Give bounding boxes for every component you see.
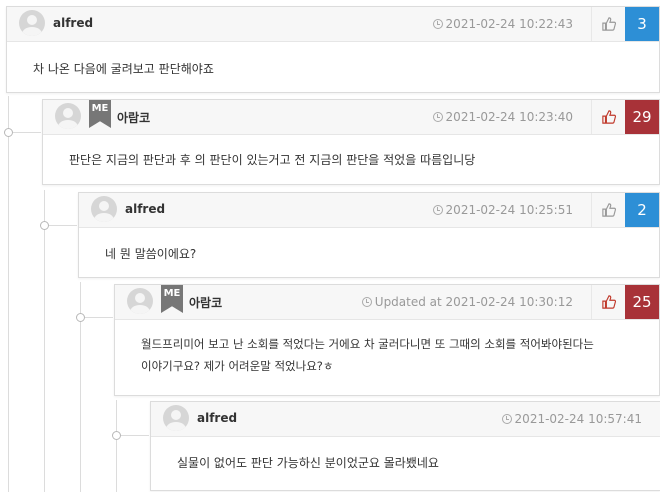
clock-icon <box>432 19 443 29</box>
avatar[interactable] <box>91 196 117 222</box>
like-count: 29 <box>625 100 659 134</box>
thread-node <box>112 431 121 440</box>
comment-timestamp: 2021-02-24 10:57:41 <box>501 412 642 426</box>
clock-icon <box>432 112 443 122</box>
thumbs-up-icon <box>602 17 616 31</box>
like-count: 3 <box>625 7 659 41</box>
me-badge: ME <box>89 100 111 128</box>
thread-branch <box>121 435 149 436</box>
comment-text-line: 이야기구요? 제가 어려운말 적었나요?ㅎ <box>141 359 334 373</box>
clock-icon <box>501 414 512 424</box>
comment-timestamp: Updated at 2021-02-24 10:30:12 <box>361 295 573 309</box>
comment-author[interactable]: alfred <box>125 202 165 216</box>
comment-text: 판단은 지금의 판단과 후 의 판단이 있는거고 전 지금의 판단을 적었을 따… <box>69 153 476 167</box>
thumbs-up-icon <box>602 110 616 124</box>
comment-text-line: 월드프리미어 보고 난 소회를 적었다는 거에요 차 굴러다니면 또 그때의 소… <box>141 337 594 351</box>
thread-branch <box>85 317 113 318</box>
comment-author[interactable]: 아람코 <box>189 294 222 311</box>
avatar[interactable] <box>19 10 45 36</box>
comment-header: alfred 2021-02-24 10:25:51 2 <box>79 193 659 228</box>
thumbs-up-icon <box>602 203 616 217</box>
comment-timestamp: 2021-02-24 10:23:40 <box>432 110 573 124</box>
comment-card: ME 아람코 2021-02-24 10:23:40 29 판단은 지금의 판단… <box>42 99 660 185</box>
thread-rail-4 <box>116 400 117 492</box>
like-count: 2 <box>625 193 659 227</box>
like-button[interactable] <box>591 7 625 41</box>
comment-timestamp: 2021-02-24 10:25:51 <box>432 203 573 217</box>
me-badge: ME <box>161 285 183 313</box>
comment-author[interactable]: 아람코 <box>117 109 150 126</box>
like-button[interactable] <box>591 285 625 319</box>
comment-header: alfred 2021-02-24 10:22:43 3 <box>7 7 659 42</box>
comment-header: ME 아람코 Updated at 2021-02-24 10:30:12 25 <box>115 285 659 320</box>
comment-text: 실물이 없어도 판단 가능하신 분이었군요 몰라뵀네요 <box>177 456 439 470</box>
comment-text: 월드프리미어 보고 난 소회를 적었다는 거에요 차 굴러다니면 또 그때의 소… <box>115 320 659 377</box>
comment-card: alfred 2021-02-24 10:25:51 2 네 뭔 말씀이에요? <box>78 192 660 278</box>
comment-timestamp: 2021-02-24 10:22:43 <box>432 17 573 31</box>
comment-card: alfred 2021-02-24 10:22:43 3 차 나온 다음에 굴려… <box>6 6 660 93</box>
comment-author[interactable]: alfred <box>53 16 93 30</box>
like-button[interactable] <box>591 100 625 134</box>
avatar[interactable] <box>163 405 189 431</box>
clock-icon <box>361 297 372 307</box>
like-button[interactable] <box>591 193 625 227</box>
thread-branch <box>49 225 77 226</box>
comment-author[interactable]: alfred <box>197 411 237 425</box>
comment-header: ME 아람코 2021-02-24 10:23:40 29 <box>43 100 659 135</box>
comment-text: 네 뭔 말씀이에요? <box>105 247 197 261</box>
comment-header: alfred 2021-02-24 10:57:41 <box>151 402 660 437</box>
comment-card: ME 아람코 Updated at 2021-02-24 10:30:12 25… <box>114 284 660 396</box>
comment-card: alfred 2021-02-24 10:57:41 실물이 없어도 판단 가능… <box>150 401 660 491</box>
thread-node <box>40 221 49 230</box>
thread-node <box>4 128 13 137</box>
comment-text: 차 나온 다음에 굴려보고 판단해야죠 <box>33 62 214 76</box>
thumbs-up-icon <box>602 295 616 309</box>
thread-rail-1 <box>8 96 9 492</box>
like-count: 25 <box>625 285 659 319</box>
avatar[interactable] <box>127 288 153 314</box>
clock-icon <box>432 205 443 215</box>
avatar[interactable] <box>55 103 81 129</box>
thread-node <box>76 313 85 322</box>
thread-rail-2 <box>44 190 45 492</box>
thread-branch <box>13 132 41 133</box>
